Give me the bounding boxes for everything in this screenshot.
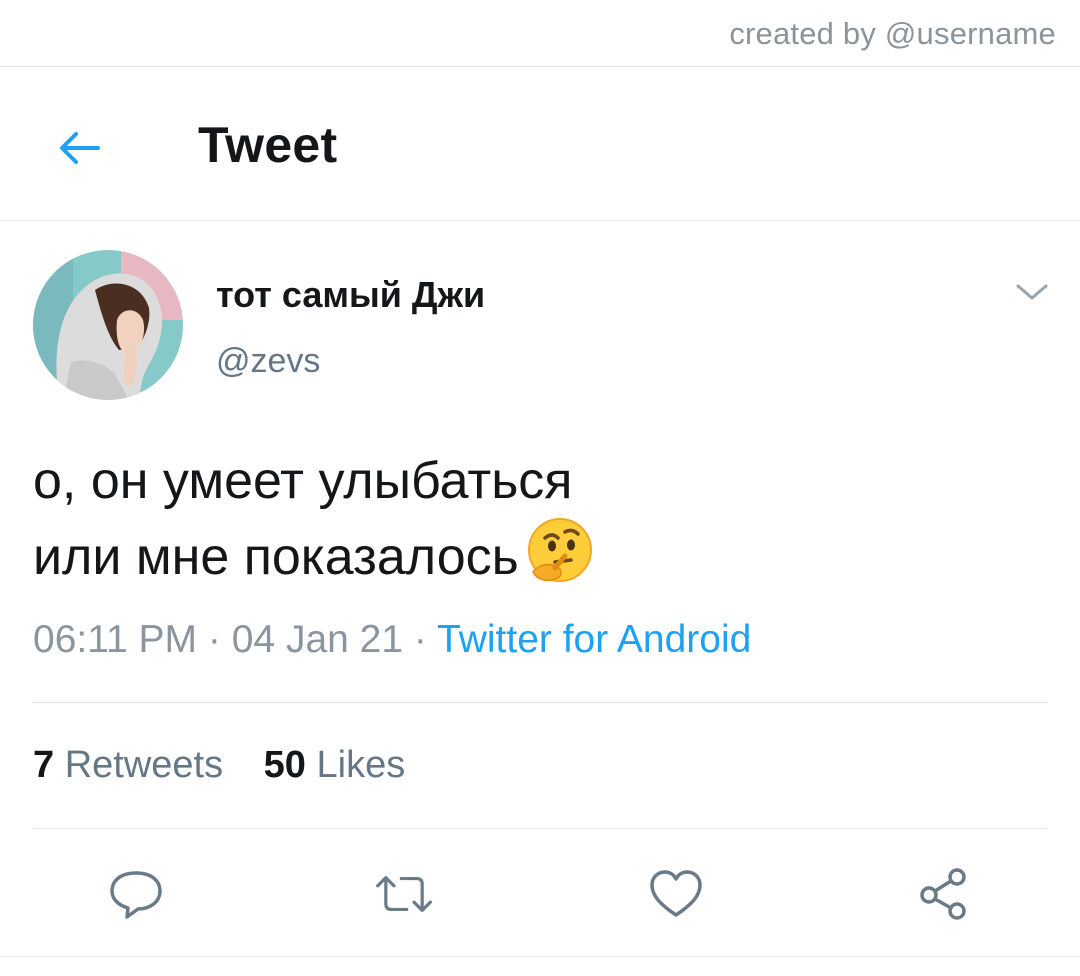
meta-separator: ·	[207, 618, 221, 661]
back-button[interactable]	[48, 118, 108, 178]
reply-icon	[110, 871, 162, 919]
likes-label: Likes	[316, 744, 406, 786]
tweet-text: о, он умеет улыбаться или мне показалось	[33, 446, 1033, 604]
meta-separator: ·	[413, 618, 427, 661]
like-button[interactable]	[646, 864, 706, 924]
page-title: Tweet	[198, 117, 338, 173]
share-button[interactable]	[914, 864, 974, 924]
tweet-source-link[interactable]: Twitter for Android	[437, 618, 751, 661]
divider	[0, 220, 1080, 221]
tweet-meta: 06:11 PM · 04 Jan 21 · Twitter for Andro…	[33, 618, 751, 662]
tweet-date: 04 Jan 21	[231, 618, 404, 661]
retweet-button[interactable]	[374, 864, 434, 924]
arrow-left-icon	[60, 132, 100, 164]
avatar[interactable]	[33, 250, 183, 400]
tweet-text-line: о, он умеет улыбаться	[33, 452, 573, 510]
retweets-stat[interactable]: 7 Retweets	[33, 744, 223, 787]
retweets-label: Retweets	[64, 744, 224, 786]
heart-icon	[650, 870, 702, 917]
reply-button[interactable]	[106, 864, 166, 924]
author-handle[interactable]: @zevs	[216, 342, 320, 381]
chevron-down-icon	[1016, 284, 1048, 300]
retweet-icon	[376, 876, 432, 912]
divider	[0, 66, 1080, 67]
divider	[33, 702, 1047, 703]
author-display-name[interactable]: тот самый Джи	[216, 274, 485, 316]
tweet-stats: 7 Retweets 50 Likes	[33, 744, 405, 787]
divider	[33, 828, 1047, 829]
share-icon	[920, 868, 966, 920]
retweets-count: 7	[33, 744, 55, 786]
tweet-menu-button[interactable]	[1012, 274, 1052, 310]
thinking-face-icon	[525, 516, 595, 604]
tweet-time: 06:11 PM	[33, 618, 198, 661]
likes-stat[interactable]: 50 Likes	[264, 744, 406, 787]
divider	[0, 956, 1080, 957]
likes-count: 50	[263, 744, 306, 786]
tweet-text-line: или мне показалось	[33, 528, 519, 586]
watermark: created by @username	[729, 16, 1056, 51]
tweet-text-line-with-emoji: или мне показалось	[33, 516, 1033, 604]
